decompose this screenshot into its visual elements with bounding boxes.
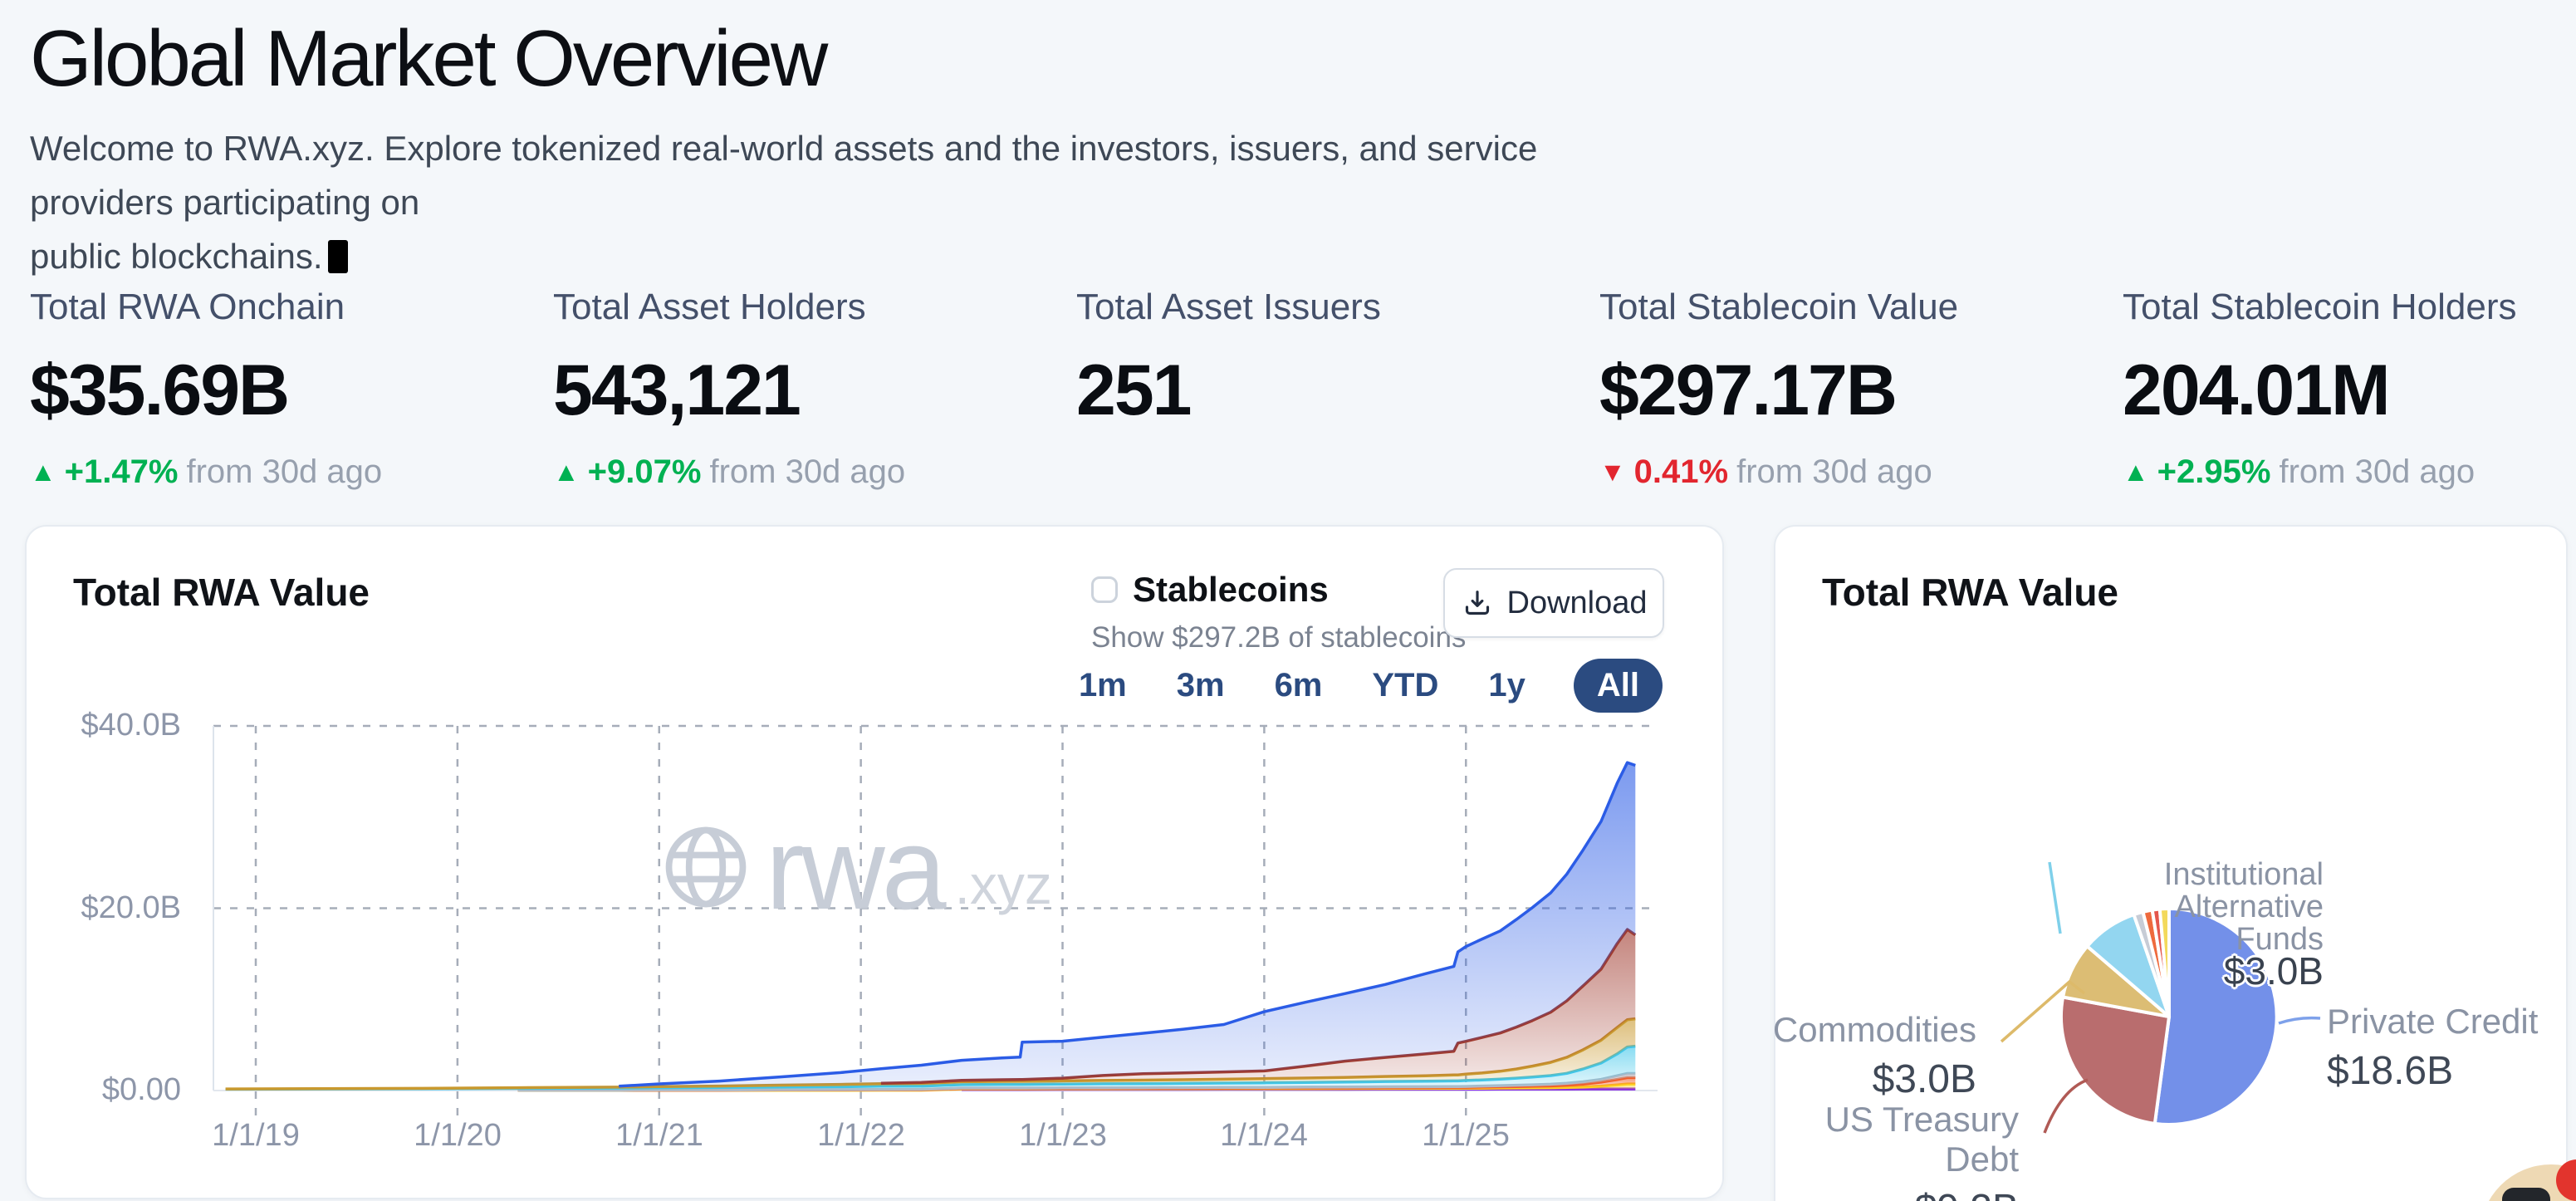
delta-suffix: from 30d ago <box>2279 453 2475 491</box>
delta-suffix: from 30d ago <box>186 453 382 491</box>
callout-label: US Treasury Debt <box>1775 1100 2019 1179</box>
x-axis-label-2019: 1/1/19 <box>212 1118 300 1154</box>
delta-suffix: from 30d ago <box>709 453 905 491</box>
download-icon <box>1461 586 1494 620</box>
callout-institutional-alternative-funds: Institutional Alternative Funds <box>2164 859 2324 956</box>
y-axis-label-20b: $20.0B <box>48 890 181 926</box>
callout-private-credit: Private Credit $18.6B <box>2327 1002 2538 1094</box>
stat-total-asset-issuers: Total Asset Issuers 251 <box>1076 287 1599 492</box>
x-axis-label-2025: 1/1/25 <box>1422 1118 1510 1154</box>
stat-label: Total Stablecoin Holders <box>2123 287 2576 328</box>
stat-delta: ▲ +2.95% from 30d ago <box>2123 452 2576 492</box>
delta-arrow-icon: ▲ <box>553 457 580 488</box>
stats-row: Total RWA Onchain $35.69B ▲ +1.47% from … <box>30 287 2576 492</box>
stat-value: $35.69B <box>30 350 553 432</box>
x-axis-label-2020: 1/1/20 <box>414 1118 502 1154</box>
stat-total-stablecoin-holders: Total Stablecoin Holders 204.01M ▲ +2.95… <box>2123 287 2576 492</box>
stablecoins-subtext: Show $297.2B of stablecoins <box>1091 621 1466 654</box>
callout-us-treasury-debt: US Treasury Debt $9.2B <box>1775 1100 2019 1201</box>
stat-total-asset-holders: Total Asset Holders 543,121 ▲ +9.07% fro… <box>553 287 1076 492</box>
chat-bubble-icon <box>2502 1188 2550 1201</box>
delta-pct: 0.41% <box>1634 453 1728 491</box>
range-all[interactable]: All <box>1574 659 1663 713</box>
download-button[interactable]: Download <box>1443 568 1664 638</box>
range-1y[interactable]: 1y <box>1486 660 1527 711</box>
total-rwa-value-pie-card: Total RWA Value Institutional Alternativ… <box>1774 525 2568 1201</box>
range-1m[interactable]: 1m <box>1077 660 1129 711</box>
chart-card-title: Total RWA Value <box>73 570 370 615</box>
download-label: Download <box>1507 586 1648 621</box>
page-title: Global Market Overview <box>30 13 825 105</box>
delta-pct: +1.47% <box>65 453 179 491</box>
stat-total-stablecoin-value: Total Stablecoin Value $297.17B ▼ 0.41% … <box>1599 287 2123 492</box>
stablecoins-label: Stablecoins <box>1133 570 1329 610</box>
stablecoins-checkbox[interactable] <box>1091 576 1118 603</box>
delta-pct: +9.07% <box>588 453 702 491</box>
stat-label: Total Asset Holders <box>553 287 1076 328</box>
callout-value: $9.2B <box>1775 1186 2019 1201</box>
subtitle-line1: Welcome to RWA.xyz. Explore tokenized re… <box>30 129 1537 222</box>
delta-arrow-icon: ▼ <box>1599 457 1626 488</box>
stacked-area-chart[interactable] <box>209 716 1671 1131</box>
stat-total-rwa-onchain: Total RWA Onchain $35.69B ▲ +1.47% from … <box>30 287 553 492</box>
stat-value: $297.17B <box>1599 350 2123 432</box>
x-axis-label-2024: 1/1/24 <box>1220 1118 1308 1154</box>
stat-label: Total Stablecoin Value <box>1599 287 2123 328</box>
page-subtitle: Welcome to RWA.xyz. Explore tokenized re… <box>30 121 1658 283</box>
callout-value: $3.0B <box>1773 1056 1976 1102</box>
stat-delta <box>1076 452 1599 492</box>
stat-label: Total RWA Onchain <box>30 287 553 328</box>
delta-arrow-icon: ▲ <box>2123 457 2149 488</box>
callout-label: Institutional <box>2164 859 2324 891</box>
callout-label: Alternative <box>2164 891 2324 924</box>
time-range-selector: 1m 3m 6m YTD 1y All <box>1189 659 1663 711</box>
stablecoins-toggle-group: Stablecoins Show $297.2B of stablecoins <box>1091 570 1466 654</box>
stat-value: 543,121 <box>553 350 1076 432</box>
x-axis-label-2023: 1/1/23 <box>1019 1118 1107 1154</box>
stat-delta: ▲ +9.07% from 30d ago <box>553 452 1076 492</box>
stat-delta: ▲ +1.47% from 30d ago <box>30 452 553 492</box>
subtitle-line2: public blockchains. <box>30 237 323 276</box>
callout-value: $18.6B <box>2327 1048 2538 1094</box>
range-ytd[interactable]: YTD <box>1370 660 1440 711</box>
x-axis-label-2022: 1/1/22 <box>817 1118 905 1154</box>
total-rwa-value-chart-card: Total RWA Value Stablecoins Show $297.2B… <box>25 525 1724 1199</box>
range-3m[interactable]: 3m <box>1175 660 1227 711</box>
range-6m[interactable]: 6m <box>1273 660 1325 711</box>
stat-delta: ▼ 0.41% from 30d ago <box>1599 452 2123 492</box>
delta-arrow-icon: ▲ <box>30 457 56 488</box>
page: { "page": { "title": "Global Market Over… <box>0 0 2576 1201</box>
stat-value: 251 <box>1076 350 1599 432</box>
delta-suffix: from 30d ago <box>1736 453 1932 491</box>
delta-pct: +2.95% <box>2157 453 2271 491</box>
y-axis-label-0: $0.00 <box>48 1072 181 1108</box>
callout-label: Private Credit <box>2327 1002 2538 1042</box>
y-axis-label-40b: $40.0B <box>48 708 181 743</box>
callout-value-institutional: $3.0B <box>2224 949 2324 993</box>
stat-label: Total Asset Issuers <box>1076 287 1599 328</box>
callout-commodities: Commodities $3.0B <box>1773 1010 1976 1102</box>
stat-value: 204.01M <box>2123 350 2576 432</box>
callout-label: Commodities <box>1773 1010 1976 1050</box>
x-axis-label-2021: 1/1/21 <box>615 1118 703 1154</box>
missing-glyph-box <box>328 240 348 273</box>
